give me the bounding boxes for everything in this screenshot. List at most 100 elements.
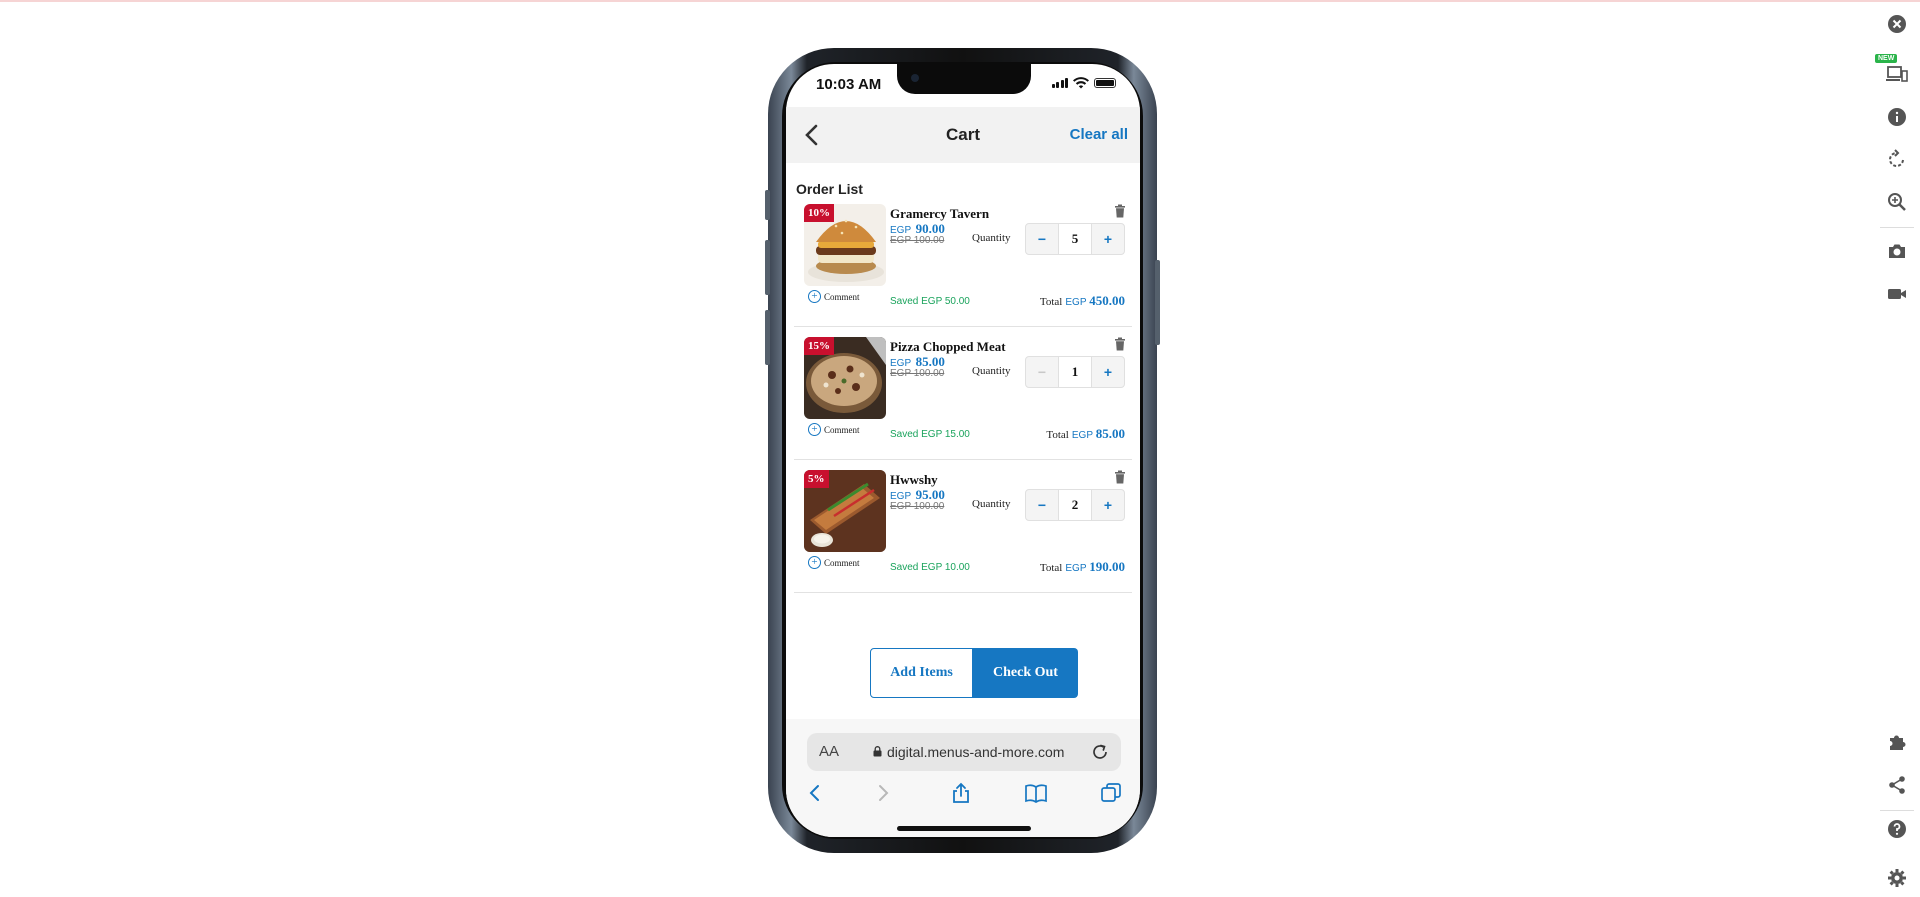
top-border <box>0 0 1920 2</box>
quantity-label: Quantity <box>972 232 1011 244</box>
help-icon[interactable] <box>1885 817 1909 841</box>
increment-button[interactable]: + <box>1092 490 1124 520</box>
browser-forward-icon[interactable] <box>871 781 895 805</box>
comment-label: Comment <box>824 424 860 435</box>
video-icon[interactable] <box>1885 282 1909 306</box>
share-icon[interactable] <box>949 781 973 805</box>
add-items-button[interactable]: Add Items <box>870 648 973 698</box>
total-amount: 190.00 <box>1089 559 1125 574</box>
saved-amount: Saved EGP 50.00 <box>890 296 970 307</box>
decrement-button[interactable]: − <box>1026 357 1058 387</box>
extensions-icon[interactable] <box>1885 730 1909 754</box>
quantity-value: 2 <box>1058 490 1092 520</box>
phone-screen: 10:03 AM Cart Clear all Order List 10% G… <box>786 64 1140 837</box>
add-comment-icon: + <box>808 556 821 569</box>
trash-icon[interactable] <box>1114 470 1126 484</box>
app-header: Cart Clear all <box>786 107 1140 163</box>
decrement-button[interactable]: − <box>1026 224 1058 254</box>
cart-actions: Add Items Check Out <box>870 648 1078 698</box>
cart-item: 15% Pizza Chopped Meat EGP 85.00 EGP 100… <box>794 327 1132 460</box>
price-amount: 95.00 <box>915 487 945 502</box>
toolbar-divider <box>1880 227 1914 228</box>
settings-gear-icon[interactable] <box>1885 866 1909 890</box>
status-time: 10:03 AM <box>816 76 882 93</box>
quantity-value: 5 <box>1058 224 1092 254</box>
address-bar[interactable]: AA digital.menus-and-more.com <box>807 733 1121 771</box>
add-comment-icon: + <box>808 423 821 436</box>
comment-label: Comment <box>824 291 860 302</box>
quantity-label: Quantity <box>972 498 1011 510</box>
trash-icon[interactable] <box>1114 337 1126 351</box>
front-camera <box>911 74 919 82</box>
zoom-icon[interactable] <box>1885 190 1909 214</box>
old-price: EGP 100.00 <box>890 368 945 379</box>
item-image-pizza: 15% <box>804 337 886 419</box>
volume-up-button <box>765 240 770 295</box>
add-comment-icon: + <box>808 290 821 303</box>
price-amount: 85.00 <box>915 354 945 369</box>
info-icon[interactable] <box>1885 105 1909 129</box>
toolbar-divider <box>1880 810 1914 811</box>
item-image-hawawshi: 5% <box>804 470 886 552</box>
total-label: Total <box>1039 296 1063 308</box>
increment-button[interactable]: + <box>1092 224 1124 254</box>
cart-item: 5% Hwwshy EGP 95.00 EGP 100.00 Quantity … <box>794 460 1132 593</box>
comment-button[interactable]: + Comment <box>808 556 860 569</box>
bookmarks-icon[interactable] <box>1024 781 1048 805</box>
browser-nav <box>786 781 1140 809</box>
total-currency: EGP <box>1071 430 1093 441</box>
item-total: Total EGP 85.00 <box>1046 426 1125 442</box>
close-icon[interactable] <box>1885 12 1909 36</box>
share-network-icon[interactable] <box>1885 773 1909 797</box>
increment-button[interactable]: + <box>1092 357 1124 387</box>
total-label: Total <box>1039 562 1063 574</box>
saved-amount: Saved EGP 15.00 <box>890 429 970 440</box>
home-indicator <box>897 826 1031 831</box>
total-currency: EGP <box>1065 297 1087 308</box>
discount-badge: 5% <box>804 470 829 488</box>
item-total: Total EGP 190.00 <box>1040 559 1125 575</box>
item-image-burger: 10% <box>804 204 886 286</box>
old-price: EGP 100.00 <box>890 235 945 246</box>
clear-all-button[interactable]: Clear all <box>1070 126 1128 143</box>
cellular-signal-icon <box>1051 78 1068 88</box>
wifi-icon <box>1073 77 1089 89</box>
cart-item: 10% Gramercy Tavern EGP 90.00 EGP 100.00… <box>794 194 1132 327</box>
rotate-icon[interactable] <box>1885 147 1909 171</box>
discount-badge: 10% <box>804 204 834 222</box>
quantity-stepper: − 5 + <box>1025 223 1125 255</box>
power-button <box>1155 260 1160 345</box>
quantity-value: 1 <box>1058 357 1092 387</box>
camera-icon[interactable] <box>1885 239 1909 263</box>
old-price: EGP 100.00 <box>890 501 945 512</box>
comment-label: Comment <box>824 557 860 568</box>
notch <box>897 64 1031 94</box>
saved-amount: Saved EGP 10.00 <box>890 562 970 573</box>
text-size-button[interactable]: AA <box>819 743 839 760</box>
comment-button[interactable]: + Comment <box>808 290 860 303</box>
quantity-label: Quantity <box>972 365 1011 377</box>
battery-icon <box>1094 78 1116 88</box>
quantity-stepper: − 1 + <box>1025 356 1125 388</box>
total-currency: EGP <box>1065 563 1087 574</box>
url-text: digital.menus-and-more.com <box>887 744 1065 760</box>
discount-badge: 15% <box>804 337 834 355</box>
trash-icon[interactable] <box>1114 204 1126 218</box>
browser-back-icon[interactable] <box>803 781 827 805</box>
check-out-button[interactable]: Check Out <box>973 648 1078 698</box>
total-label: Total <box>1046 429 1069 441</box>
comment-button[interactable]: + Comment <box>808 423 860 436</box>
reload-icon[interactable] <box>1091 743 1109 761</box>
price-amount: 90.00 <box>915 221 945 236</box>
quantity-stepper: − 2 + <box>1025 489 1125 521</box>
decrement-button[interactable]: − <box>1026 490 1058 520</box>
lock-icon <box>873 746 882 757</box>
tabs-icon[interactable] <box>1099 781 1123 805</box>
total-amount: 85.00 <box>1095 426 1125 441</box>
volume-down-button <box>765 310 770 365</box>
browser-bar: AA digital.menus-and-more.com <box>786 719 1140 837</box>
status-icons <box>1051 77 1116 89</box>
item-total: Total EGP 450.00 <box>1040 293 1125 309</box>
devices-icon[interactable] <box>1885 62 1909 86</box>
mute-switch <box>765 190 770 220</box>
